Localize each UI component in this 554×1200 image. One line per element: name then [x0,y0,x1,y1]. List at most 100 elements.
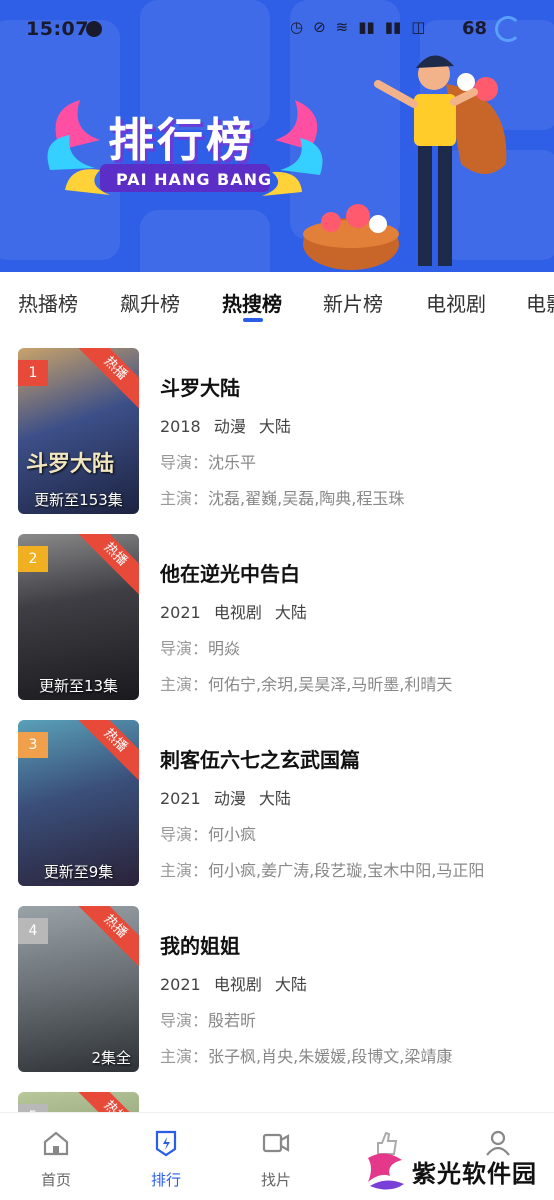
loading-ring-icon [495,16,521,42]
banner-tile [140,210,270,272]
nfc-icon: ◫ [411,18,426,36]
item-genre: 动漫 [213,789,246,808]
status-time: 15:07 [26,18,89,40]
item-year: 2021 [160,789,201,808]
home-icon [43,1131,69,1156]
banner-title: 排行榜 [108,113,255,167]
list-item[interactable]: 3 热播 更新至9集 刺客伍六七之玄武国篇 2021 动漫 大陆 导演：何小疯 … [0,720,554,888]
nav-label: 排行 [150,1171,181,1189]
tab-movie[interactable]: 电影 [526,288,554,317]
director-label: 导演： [160,825,209,844]
director-name: 殷若昕 [208,1011,257,1030]
item-title[interactable]: 我的姐姐 [160,930,452,959]
item-meta: 2021 电视剧 大陆 [160,971,452,995]
director-name: 沈乐平 [208,453,257,472]
notification-icon [86,21,102,37]
ranking-icon [155,1130,177,1157]
mute-icon: ⊘ [313,18,326,36]
poster-image[interactable]: 3 热播 更新至9集 [18,720,139,886]
rank-badge: 1 [18,360,48,386]
wifi-icon: ≋ [335,18,349,36]
watermark-text: 紫光软件园 [412,1160,537,1188]
director-label: 导演： [160,1011,209,1030]
item-cast: 主演：张子枫,肖央,朱媛媛,段博文,梁靖康 [160,1043,452,1067]
item-director: 导演：沈乐平 [160,449,404,473]
banner-subtitle: PAI HANG BANG [116,170,273,189]
episode-status: 2集全 [91,1049,131,1067]
poster-image[interactable]: 1 热播 斗罗大陆 更新至153集 [18,348,139,514]
list-item[interactable]: 2 热播 更新至13集 他在逆光中告白 2021 电视剧 大陆 导演：明焱 主演… [0,534,554,702]
episode-status: 更新至9集 [43,863,114,881]
cast-label: 主演： [160,1047,209,1066]
poster-image[interactable]: 5 热播 [18,1092,139,1112]
nav-label: 找片 [260,1171,291,1189]
item-title[interactable]: 刺客伍六七之玄武国篇 [160,744,484,773]
list-item[interactable]: 4 热播 2集全 我的姐姐 2021 电视剧 大陆 导演：殷若昕 主演：张子枫,… [0,906,554,1074]
tab-tv-series[interactable]: 电视剧 [426,288,486,317]
item-info: 斗罗大陆 2018 动漫 大陆 导演：沈乐平 主演：沈磊,翟巍,吴磊,陶典,程玉… [160,372,404,509]
tab-hot-play[interactable]: 热播榜 [18,288,78,317]
signal-icon: ▮▮ [384,18,402,36]
item-year: 2018 [160,417,201,436]
item-title[interactable]: 他在逆光中告白 [160,558,452,587]
cast-names: 何佑宁,余玥,吴昊泽,马昕墨,利晴天 [208,675,453,694]
episode-status: 更新至153集 [34,491,123,509]
item-meta: 2021 动漫 大陆 [160,785,484,809]
item-title[interactable]: 斗罗大陆 [160,372,404,401]
item-info: 他在逆光中告白 2021 电视剧 大陆 导演：明焱 主演：何佑宁,余玥,吴昊泽,… [160,558,452,695]
item-cast: 主演：何小疯,姜广涛,段艺璇,宝木中阳,马正阳 [160,857,484,881]
hot-ribbon: 热播 [73,348,139,411]
nav-home[interactable]: 首页 [16,1113,96,1200]
episode-status: 更新至13集 [38,677,119,695]
item-cast: 主演：沈磊,翟巍,吴磊,陶典,程玉珠 [160,485,404,509]
cast-label: 主演： [160,489,209,508]
nav-label: 首页 [40,1171,71,1189]
cast-names: 张子枫,肖央,朱媛媛,段博文,梁靖康 [208,1047,453,1066]
item-year: 2021 [160,975,201,994]
poster-image[interactable]: 2 热播 更新至13集 [18,534,139,700]
status-icons: ◷ ⊘ ≋ ▮▮ ▮▮ ◫ [290,18,425,36]
item-region: 大陆 [274,975,307,994]
alarm-icon: ◷ [290,18,304,36]
item-info: 我的姐姐 2021 电视剧 大陆 导演：殷若昕 主演：张子枫,肖央,朱媛媛,段博… [160,930,452,1067]
director-name: 何小疯 [208,825,257,844]
tab-rising[interactable]: 飙升榜 [120,288,180,317]
item-director: 导演：明焱 [160,635,452,659]
item-genre: 电视剧 [213,975,262,994]
mascot-illustration [303,55,507,270]
site-watermark: 紫光软件园 [360,1146,554,1196]
signal-icon: ▮▮ [358,18,375,36]
item-year: 2021 [160,603,201,622]
poster-title: 斗罗大陆 [26,452,115,477]
list-item[interactable]: 1 热播 斗罗大陆 更新至153集 斗罗大陆 2018 动漫 大陆 导演：沈乐平… [0,348,554,516]
video-icon [262,1133,290,1153]
item-region: 大陆 [258,789,291,808]
nav-find[interactable]: 找片 [236,1113,316,1200]
item-region: 大陆 [274,603,307,622]
active-tab-indicator [243,318,263,322]
poster-image[interactable]: 4 热播 2集全 [18,906,139,1072]
cast-names: 何小疯,姜广涛,段艺璇,宝木中阳,马正阳 [208,861,485,880]
cast-label: 主演： [160,675,209,694]
item-director: 导演：何小疯 [160,821,484,845]
director-label: 导演： [160,453,209,472]
rank-badge: 2 [18,546,48,572]
item-meta: 2021 电视剧 大陆 [160,599,452,623]
tab-hot-search[interactable]: 热搜榜 [222,288,282,317]
item-region: 大陆 [258,417,291,436]
hot-ribbon: 热播 [73,534,139,597]
rank-badge: 5 [18,1104,48,1112]
cast-label: 主演： [160,861,209,880]
rank-badge: 4 [18,918,48,944]
category-tabs: 热播榜 飙升榜 热搜榜 新片榜 电视剧 电影 [0,272,554,334]
nav-ranking[interactable]: 排行 [126,1113,206,1200]
list-item[interactable]: 5 热播 [0,1092,554,1112]
item-director: 导演：殷若昕 [160,1007,452,1031]
ranking-banner: 15:07 ◷ ⊘ ≋ ▮▮ ▮▮ ◫ 68 排行榜 PAI HANG BANG [0,0,554,272]
item-meta: 2018 动漫 大陆 [160,413,404,437]
battery-level: 68 [462,18,488,39]
item-genre: 动漫 [213,417,246,436]
item-genre: 电视剧 [213,603,262,622]
rank-badge: 3 [18,732,48,758]
tab-new[interactable]: 新片榜 [323,288,383,317]
